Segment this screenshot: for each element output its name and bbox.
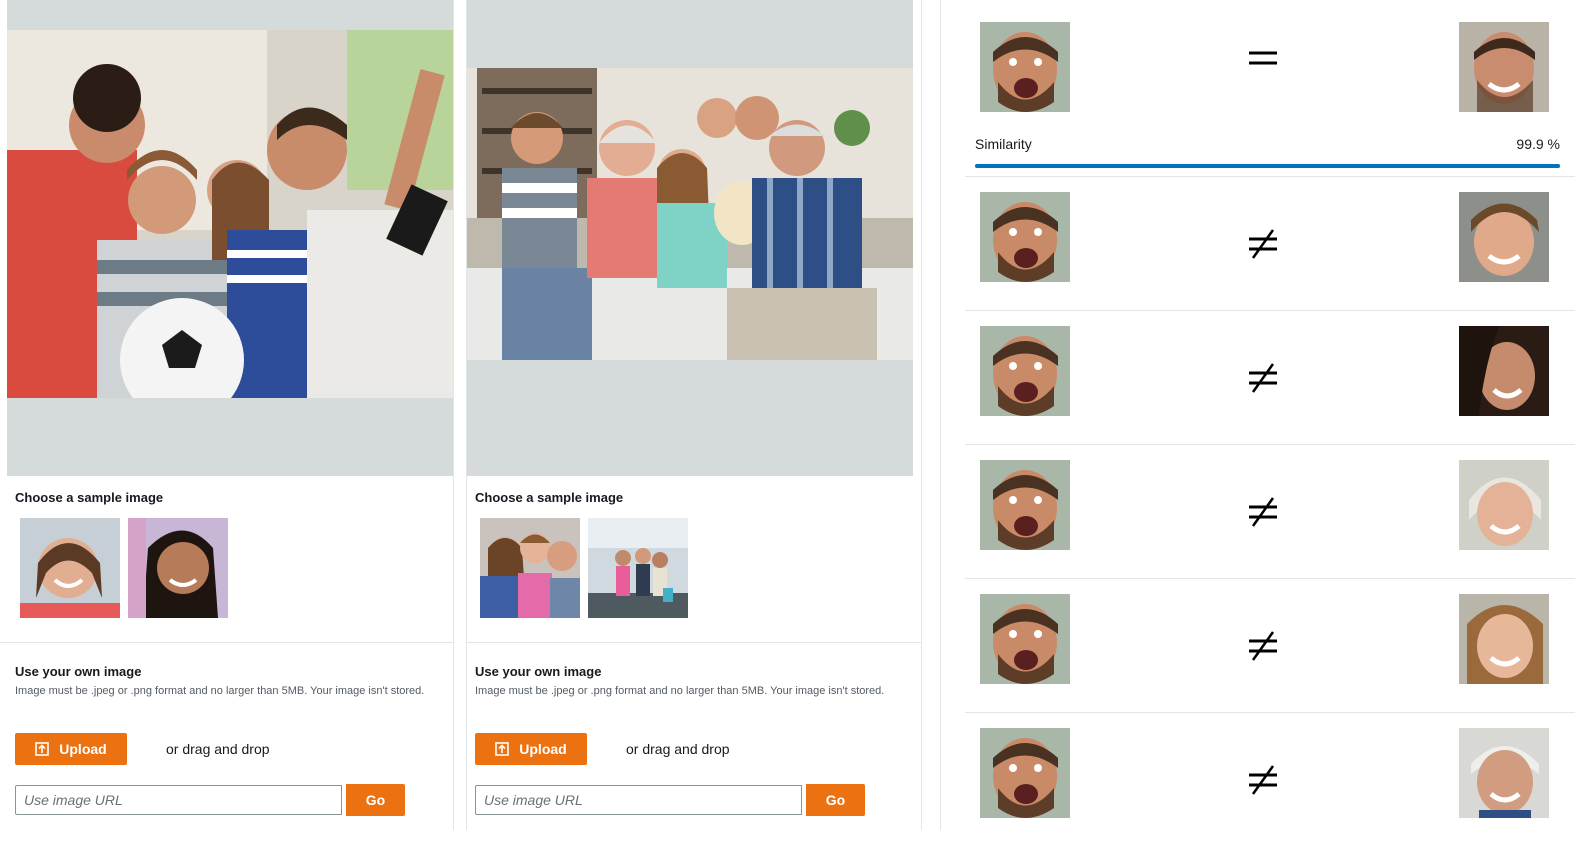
target-sample-title: Choose a sample image bbox=[475, 490, 624, 505]
source-own-image-title: Use your own image bbox=[15, 664, 142, 679]
sample-thumbnail-girls-phone[interactable] bbox=[480, 518, 580, 618]
source-sample-title: Choose a sample image bbox=[15, 490, 164, 505]
section-divider bbox=[467, 642, 921, 643]
target-face-thumbnail-girl bbox=[1459, 594, 1549, 684]
similarity-value: 99.9 % bbox=[1516, 136, 1560, 152]
upload-label: Upload bbox=[59, 741, 107, 757]
not-equal-icon bbox=[1249, 765, 1277, 795]
source-face-thumbnail bbox=[980, 460, 1070, 550]
sample-thumbnail-girl-smiling[interactable] bbox=[20, 518, 120, 618]
target-format-hint: Image must be .jpeg or .png format and n… bbox=[475, 685, 885, 697]
source-family-photo bbox=[7, 30, 453, 398]
sample-thumbnail-girl-long-hair[interactable] bbox=[128, 518, 228, 618]
result-row bbox=[965, 712, 1575, 846]
result-row bbox=[965, 176, 1575, 311]
result-row bbox=[965, 310, 1575, 445]
target-drag-drop-text: or drag and drop bbox=[626, 741, 730, 757]
target-face-thumbnail-boy bbox=[1459, 192, 1549, 282]
source-drag-drop-text: or drag and drop bbox=[166, 741, 270, 757]
target-go-button[interactable]: Go bbox=[806, 784, 865, 816]
not-equal-icon bbox=[1249, 363, 1277, 393]
not-equal-icon bbox=[1249, 497, 1277, 527]
target-face-thumbnail-man-smiling bbox=[1459, 22, 1549, 112]
upload-icon bbox=[495, 742, 510, 756]
source-go-button[interactable]: Go bbox=[346, 784, 405, 816]
not-equal-icon bbox=[1249, 229, 1277, 259]
similarity-bar-fill bbox=[975, 164, 1561, 168]
equals-icon bbox=[1249, 51, 1277, 65]
source-face-thumbnail bbox=[980, 594, 1070, 684]
upload-icon bbox=[35, 742, 50, 756]
source-face-thumbnail bbox=[980, 728, 1070, 818]
sample-thumbnail-girls-mall[interactable] bbox=[588, 518, 688, 618]
source-face-thumbnail bbox=[980, 326, 1070, 416]
target-own-image-title: Use your own image bbox=[475, 664, 602, 679]
source-image-url-input[interactable] bbox=[15, 785, 342, 815]
similarity-label: Similarity bbox=[975, 136, 1032, 152]
result-row: Similarity 99.9 % bbox=[965, 0, 1575, 177]
source-image-panel: Choose a sample image Use your own image… bbox=[0, 0, 454, 830]
source-image-preview bbox=[7, 0, 453, 476]
result-row bbox=[965, 444, 1575, 579]
not-equal-icon bbox=[1249, 631, 1277, 661]
source-format-hint: Image must be .jpeg or .png format and n… bbox=[15, 685, 425, 697]
similarity-bar bbox=[975, 164, 1561, 168]
result-row bbox=[965, 578, 1575, 713]
target-upload-button[interactable]: Upload bbox=[475, 733, 587, 765]
target-image-url-input[interactable] bbox=[475, 785, 802, 815]
section-divider bbox=[0, 642, 453, 643]
target-image-preview bbox=[467, 0, 913, 476]
target-family-photo bbox=[467, 68, 913, 360]
target-face-thumbnail-older-woman bbox=[1459, 460, 1549, 550]
upload-label: Upload bbox=[519, 741, 567, 757]
target-image-panel: Choose a sample image Use your own image… bbox=[466, 0, 922, 830]
source-face-thumbnail bbox=[980, 22, 1070, 112]
target-face-thumbnail-older-man bbox=[1459, 728, 1549, 818]
source-upload-button[interactable]: Upload bbox=[15, 733, 127, 765]
target-face-thumbnail-woman-dark-hair bbox=[1459, 326, 1549, 416]
source-face-thumbnail bbox=[980, 192, 1070, 282]
